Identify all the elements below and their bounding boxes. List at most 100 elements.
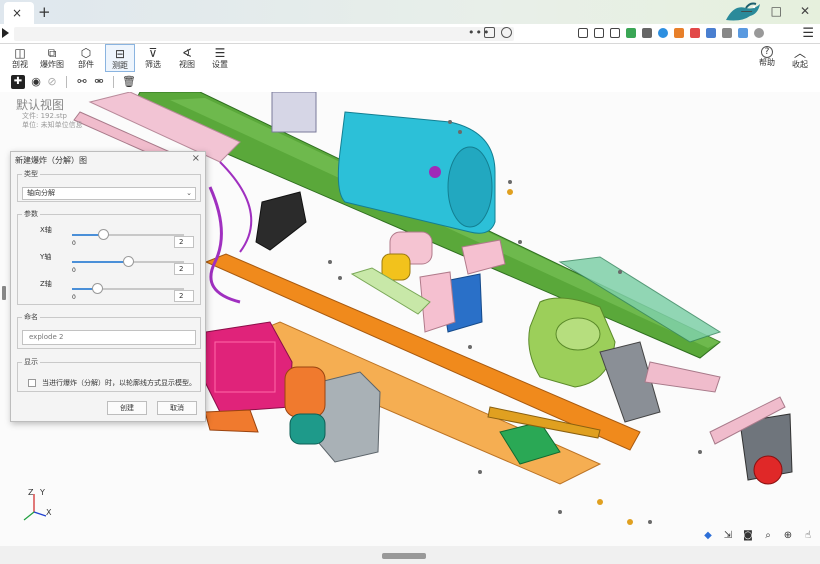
left-panel-handle[interactable] xyxy=(2,286,6,300)
translate-icon[interactable] xyxy=(738,28,748,38)
y-axis-row: Y轴 0 2 xyxy=(18,250,202,278)
y-axis-slider[interactable] xyxy=(72,256,184,267)
name-group: 命名 explode 2 xyxy=(17,312,201,349)
outline-display-checkbox[interactable] xyxy=(28,379,36,387)
settings-icon: ☰ xyxy=(214,46,226,60)
mail-ext-icon[interactable] xyxy=(706,28,716,38)
z-axis-value-input[interactable]: 2 xyxy=(174,290,194,302)
sync-icon[interactable] xyxy=(626,28,636,38)
ruler-icon: ⊟ xyxy=(114,47,126,61)
cancel-button[interactable]: 取消 xyxy=(157,401,197,415)
y-axis-min: 0 xyxy=(72,267,76,274)
tool-measure[interactable]: ⊟ 测距 xyxy=(105,44,135,72)
camera-icon[interactable]: ◙ xyxy=(742,530,754,542)
axis-y-label: Y xyxy=(40,488,45,497)
unlink-icon[interactable]: ⚮ xyxy=(92,75,106,89)
z-axis-label: Z轴 xyxy=(40,280,52,288)
window-controls: — □ ✕ xyxy=(741,4,810,18)
y-slider-thumb[interactable] xyxy=(123,256,134,267)
reader-icon[interactable] xyxy=(484,27,495,38)
zoom-icon[interactable]: ⌕ xyxy=(762,530,774,542)
view-title: 默认视图 xyxy=(16,98,65,112)
add-icon[interactable]: ✚ xyxy=(11,75,25,89)
fit-view-icon[interactable]: ⇲ xyxy=(722,530,734,542)
orange-ext-icon[interactable] xyxy=(674,28,684,38)
vpn-icon[interactable] xyxy=(642,28,652,38)
z-axis-slider[interactable] xyxy=(72,283,184,294)
file-info: 文件: 192.stp xyxy=(22,112,68,120)
grey-ext-icon[interactable] xyxy=(722,28,732,38)
help-icon: ? xyxy=(761,46,773,58)
y-slider-fill xyxy=(72,261,128,263)
axis-z-label: Z xyxy=(28,488,34,497)
toolbar-divider xyxy=(66,76,67,88)
help-button[interactable]: ? 帮助 xyxy=(752,44,782,68)
pan-icon[interactable]: ⊕ xyxy=(782,530,794,542)
minimize-icon[interactable]: — xyxy=(741,4,753,18)
sub-toolbar: ✚ ◉ ⊘ ⚯ ⚮ 🗑 xyxy=(0,72,820,92)
cube-icon: ⬡ xyxy=(80,46,92,60)
x-axis-row: X轴 0 2 xyxy=(18,223,202,251)
z-slider-thumb[interactable] xyxy=(91,283,103,294)
model-info: 文件: 192.stp 单位: 未知单位信息 xyxy=(22,112,83,130)
tool-settings[interactable]: ☰ 设置 xyxy=(205,44,235,70)
y-axis-label: Y轴 xyxy=(40,253,52,261)
explode-name-input[interactable]: explode 2 xyxy=(22,330,196,345)
globe-icon[interactable] xyxy=(658,28,668,38)
x-slider-thumb[interactable] xyxy=(98,229,110,240)
axis-x-label: X xyxy=(46,508,52,517)
dialog-close-icon[interactable]: × xyxy=(192,153,200,164)
explode-icon: ⧉ xyxy=(47,46,57,60)
extension-icons xyxy=(578,28,764,38)
tool-explode[interactable]: ⧉ 爆炸图 xyxy=(37,44,67,70)
outline-display-label: 当进行爆炸（分解）时，以轮廓线方式显示模型。 xyxy=(42,379,196,387)
window-close-icon[interactable]: ✕ xyxy=(800,4,810,18)
chevron-down-icon: ⌄ xyxy=(186,189,192,197)
unit-info: 单位: 未知单位信息 xyxy=(22,121,83,129)
tool-section[interactable]: ◫ 剖视 xyxy=(5,44,35,70)
back-arrow-icon[interactable] xyxy=(2,28,9,38)
eye-icon[interactable]: ◉ xyxy=(29,75,43,89)
tool-filter[interactable]: ⊽ 筛选 xyxy=(138,44,168,70)
view-icon: ∢ xyxy=(181,46,193,60)
filter-icon: ⊽ xyxy=(148,46,158,60)
sidebar-icon[interactable] xyxy=(594,28,604,38)
type-legend: 类型 xyxy=(24,170,38,178)
pocket-icon[interactable] xyxy=(690,28,700,38)
type-group: 类型 轴向分解 ⌄ xyxy=(17,169,201,202)
z-axis-row: Z轴 0 2 xyxy=(18,277,202,305)
y-axis-value-input[interactable]: 2 xyxy=(174,263,194,275)
tab-close-icon[interactable]: × xyxy=(12,6,22,20)
name-legend: 命名 xyxy=(24,313,38,321)
display-legend: 显示 xyxy=(24,358,38,366)
create-button[interactable]: 创建 xyxy=(107,401,147,415)
trash-icon[interactable]: 🗑 xyxy=(122,75,136,89)
x-axis-slider[interactable] xyxy=(72,229,184,240)
browser-tab[interactable]: × xyxy=(4,2,34,24)
user-icon[interactable] xyxy=(754,28,764,38)
x-axis-value-input[interactable]: 2 xyxy=(174,236,194,248)
browser-tab-bar: × + — □ ✕ xyxy=(0,0,820,24)
browser-menu-icon[interactable]: ☰ xyxy=(802,26,814,41)
display-group: 显示 当进行爆炸（分解）时，以轮廓线方式显示模型。 xyxy=(17,357,201,392)
params-group: 参数 X轴 0 2 Y轴 0 2 Z轴 0 2 xyxy=(17,209,201,305)
screenshot-icon[interactable] xyxy=(610,28,620,38)
tool-parts[interactable]: ⬡ 部件 xyxy=(71,44,101,70)
url-field[interactable] xyxy=(14,27,514,41)
hand-pointer-icon[interactable]: ☝ xyxy=(802,530,814,542)
link-icon[interactable]: ⚯ xyxy=(75,75,89,89)
tool-view[interactable]: ∢ 视图 xyxy=(172,44,202,70)
collapse-button[interactable]: ︿ 收起 xyxy=(785,44,815,70)
hide-icon[interactable]: ⊘ xyxy=(45,75,59,89)
library-icon[interactable] xyxy=(578,28,588,38)
view-cube-icon[interactable]: ◆ xyxy=(702,530,714,542)
toolbar-divider xyxy=(113,76,114,88)
bottom-panel-handle[interactable] xyxy=(382,553,426,559)
new-explode-dialog: 新建爆炸（分解）图 × 类型 轴向分解 ⌄ 参数 X轴 0 2 Y轴 0 2 Z… xyxy=(10,151,206,422)
new-tab-icon[interactable]: + xyxy=(38,3,51,21)
explode-type-value: 轴向分解 xyxy=(27,189,55,197)
maximize-icon[interactable]: □ xyxy=(771,4,782,18)
chevron-up-icon: ︿ xyxy=(793,46,806,60)
bookmark-star-icon[interactable] xyxy=(501,27,512,38)
explode-type-select[interactable]: 轴向分解 ⌄ xyxy=(22,187,196,200)
